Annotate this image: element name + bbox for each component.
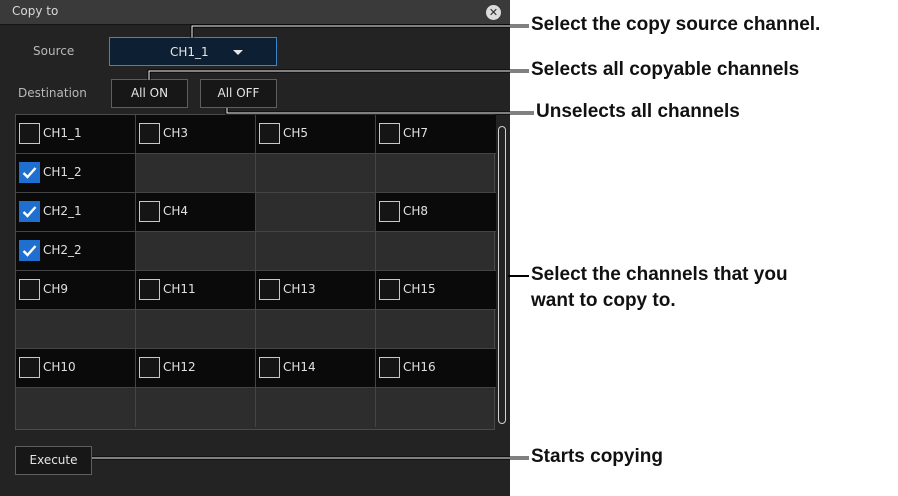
callout-channels-line1: Select the channels that you — [531, 264, 788, 285]
callout-source: Select the copy source channel. — [531, 14, 821, 35]
callout-channels-line2: want to copy to. — [531, 290, 676, 311]
callout-execute: Starts copying — [531, 446, 663, 467]
callout-all-on: Selects all copyable channels — [531, 59, 800, 80]
callout-all-off: Unselects all channels — [536, 101, 740, 122]
